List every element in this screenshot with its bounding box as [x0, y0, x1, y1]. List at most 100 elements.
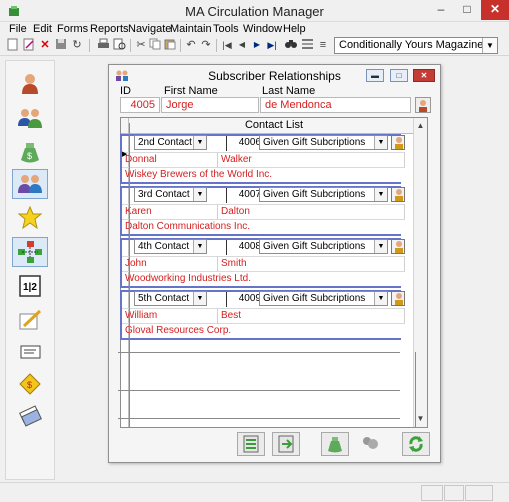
- contact-first-name[interactable]: William: [122, 308, 218, 323]
- star-burst-icon[interactable]: [12, 203, 48, 233]
- chevron-down-icon[interactable]: ▼: [374, 136, 387, 149]
- last-record-icon[interactable]: ▶|: [265, 38, 279, 52]
- subscriber-lookup-icon[interactable]: [415, 97, 431, 113]
- pencil-paper-icon[interactable]: [12, 305, 48, 335]
- print-icon[interactable]: [96, 38, 110, 52]
- menu-navigate[interactable]: Navigate: [128, 23, 171, 35]
- menu-maintain[interactable]: Maintain: [170, 23, 212, 35]
- money-bag-button[interactable]: [321, 432, 349, 456]
- undo-changes-icon[interactable]: ↻: [70, 38, 84, 52]
- relationship-select[interactable]: Given Gift Subcriptions ▼: [259, 239, 388, 254]
- chevron-down-icon[interactable]: ▼: [193, 188, 206, 201]
- import-records-button[interactable]: [237, 432, 265, 456]
- minimize-button[interactable]: –: [428, 0, 454, 20]
- contact-lookup-icon[interactable]: [391, 187, 405, 202]
- last-name-label: Last Name: [262, 85, 316, 97]
- menu-edit[interactable]: Edit: [33, 23, 52, 35]
- label-icon[interactable]: [12, 337, 48, 367]
- contact-last-name[interactable]: Walker: [218, 152, 405, 167]
- subscriber-relationships-dialog: Subscriber Relationships ▬ □ ✕ ID First …: [108, 64, 441, 463]
- status-bar: [0, 482, 509, 502]
- contact-type-select[interactable]: 3rd Contact ▼: [134, 187, 207, 202]
- org-chart-icon[interactable]: [12, 237, 48, 267]
- calendar-icon[interactable]: 1|2: [12, 271, 48, 301]
- redo-icon[interactable]: ↷: [199, 38, 213, 52]
- money-bag-icon[interactable]: $: [12, 137, 48, 167]
- new-document-icon[interactable]: [6, 38, 20, 52]
- chevron-down-icon[interactable]: ▼: [374, 240, 387, 253]
- subscriber-first-name-field[interactable]: Jorge: [161, 97, 259, 113]
- tickets-icon[interactable]: [12, 401, 48, 431]
- contact-company[interactable]: Woodworking Industries Ltd.: [122, 271, 405, 286]
- chevron-down-icon[interactable]: ▼: [193, 292, 206, 305]
- dialog-maximize-button[interactable]: □: [390, 69, 408, 82]
- id-label: ID: [120, 85, 131, 97]
- relationship-select[interactable]: Given Gift Subcriptions ▼: [259, 135, 388, 150]
- menu-window[interactable]: Window: [243, 23, 282, 35]
- contact-type-value: 4th Contact: [138, 241, 190, 252]
- print-preview-icon[interactable]: [112, 38, 126, 52]
- edit-document-icon[interactable]: [22, 38, 36, 52]
- menu-tools[interactable]: Tools: [213, 23, 239, 35]
- list-icon[interactable]: ≡: [316, 38, 330, 52]
- undo-icon[interactable]: ↶: [184, 38, 198, 52]
- contact-last-name[interactable]: Smith: [218, 256, 405, 271]
- delete-icon[interactable]: ✕: [38, 38, 52, 52]
- person-icon[interactable]: [12, 69, 48, 99]
- relationship-select[interactable]: Given Gift Subcriptions ▼: [259, 187, 388, 202]
- contact-type-select[interactable]: 5th Contact ▼: [134, 291, 207, 306]
- subscriber-last-name-field[interactable]: de Mendonca: [260, 97, 411, 113]
- contact-lookup-icon[interactable]: [391, 135, 405, 150]
- contact-lookup-icon[interactable]: [391, 239, 405, 254]
- publication-select[interactable]: Conditionally Yours Magazine ▼: [334, 37, 498, 54]
- maximize-button[interactable]: □: [454, 0, 480, 20]
- filter-icon[interactable]: [300, 38, 314, 52]
- menu-forms[interactable]: Forms: [57, 23, 88, 35]
- save-icon[interactable]: [54, 38, 68, 52]
- contact-record[interactable]: 3rd Contact ▼ 4007 Given Gift Subcriptio…: [120, 186, 405, 236]
- svg-text:1|2: 1|2: [23, 282, 37, 293]
- previous-record-icon[interactable]: ◀: [235, 38, 249, 52]
- binoculars-icon[interactable]: [284, 38, 298, 52]
- gift-coupon-icon[interactable]: $: [12, 369, 48, 399]
- contact-last-name[interactable]: Dalton: [218, 204, 405, 219]
- first-record-icon[interactable]: |◀: [220, 38, 234, 52]
- relationship-select[interactable]: Given Gift Subcriptions ▼: [259, 291, 388, 306]
- chevron-down-icon[interactable]: ▼: [374, 292, 387, 305]
- close-button[interactable]: ✕: [481, 0, 509, 20]
- toolbar: ✕ ↻ ✂ ↶ ↷ |◀ ◀ ▶ ▶| ≡ Conditionally Your…: [0, 36, 509, 56]
- contact-record[interactable]: 4th Contact ▼ 4008 Given Gift Subcriptio…: [120, 238, 405, 288]
- contact-company[interactable]: Gloval Resources Corp.: [122, 323, 405, 338]
- dialog-minimize-button[interactable]: ▬: [366, 69, 384, 82]
- cut-icon[interactable]: ✂: [134, 38, 148, 52]
- chevron-up-icon[interactable]: ▲: [414, 119, 427, 133]
- people-group-icon[interactable]: [12, 103, 48, 133]
- contact-last-name[interactable]: Best: [218, 308, 405, 323]
- contact-first-name[interactable]: John: [122, 256, 218, 271]
- refresh-button[interactable]: [402, 432, 430, 456]
- chevron-down-icon[interactable]: ▼: [482, 38, 497, 53]
- dialog-close-button[interactable]: ✕: [413, 69, 435, 82]
- chevron-down-icon[interactable]: ▼: [374, 188, 387, 201]
- contact-company[interactable]: Wiskey Brewers of the World Inc.: [122, 167, 405, 182]
- contact-first-name[interactable]: Karen: [122, 204, 218, 219]
- menu-help[interactable]: Help: [283, 23, 306, 35]
- export-records-button[interactable]: [272, 432, 300, 456]
- contact-lookup-icon[interactable]: [391, 291, 405, 306]
- chevron-down-icon[interactable]: ▼: [193, 136, 206, 149]
- contact-record[interactable]: 5th Contact ▼ 4009 Given Gift Subcriptio…: [120, 290, 405, 340]
- next-record-icon[interactable]: ▶: [250, 38, 264, 52]
- chevron-down-icon[interactable]: ▼: [193, 240, 206, 253]
- contact-type-select[interactable]: 4th Contact ▼: [134, 239, 207, 254]
- contact-type-select[interactable]: 2nd Contact ▼: [134, 135, 207, 150]
- paste-icon[interactable]: [163, 38, 177, 52]
- copy-icon[interactable]: [148, 38, 162, 52]
- relationship-value: Given Gift Subcriptions: [263, 137, 366, 148]
- contact-first-name[interactable]: Donnal: [122, 152, 218, 167]
- menu-file[interactable]: File: [9, 23, 27, 35]
- subscriber-id-field[interactable]: 4005: [120, 97, 160, 113]
- contact-record[interactable]: 2nd Contact ▼ 4006 Given Gift Subcriptio…: [120, 134, 405, 184]
- relationships-icon[interactable]: [12, 169, 48, 199]
- contact-company[interactable]: Dalton Communications Inc.: [122, 219, 405, 234]
- menu-reports[interactable]: Reports: [90, 23, 129, 35]
